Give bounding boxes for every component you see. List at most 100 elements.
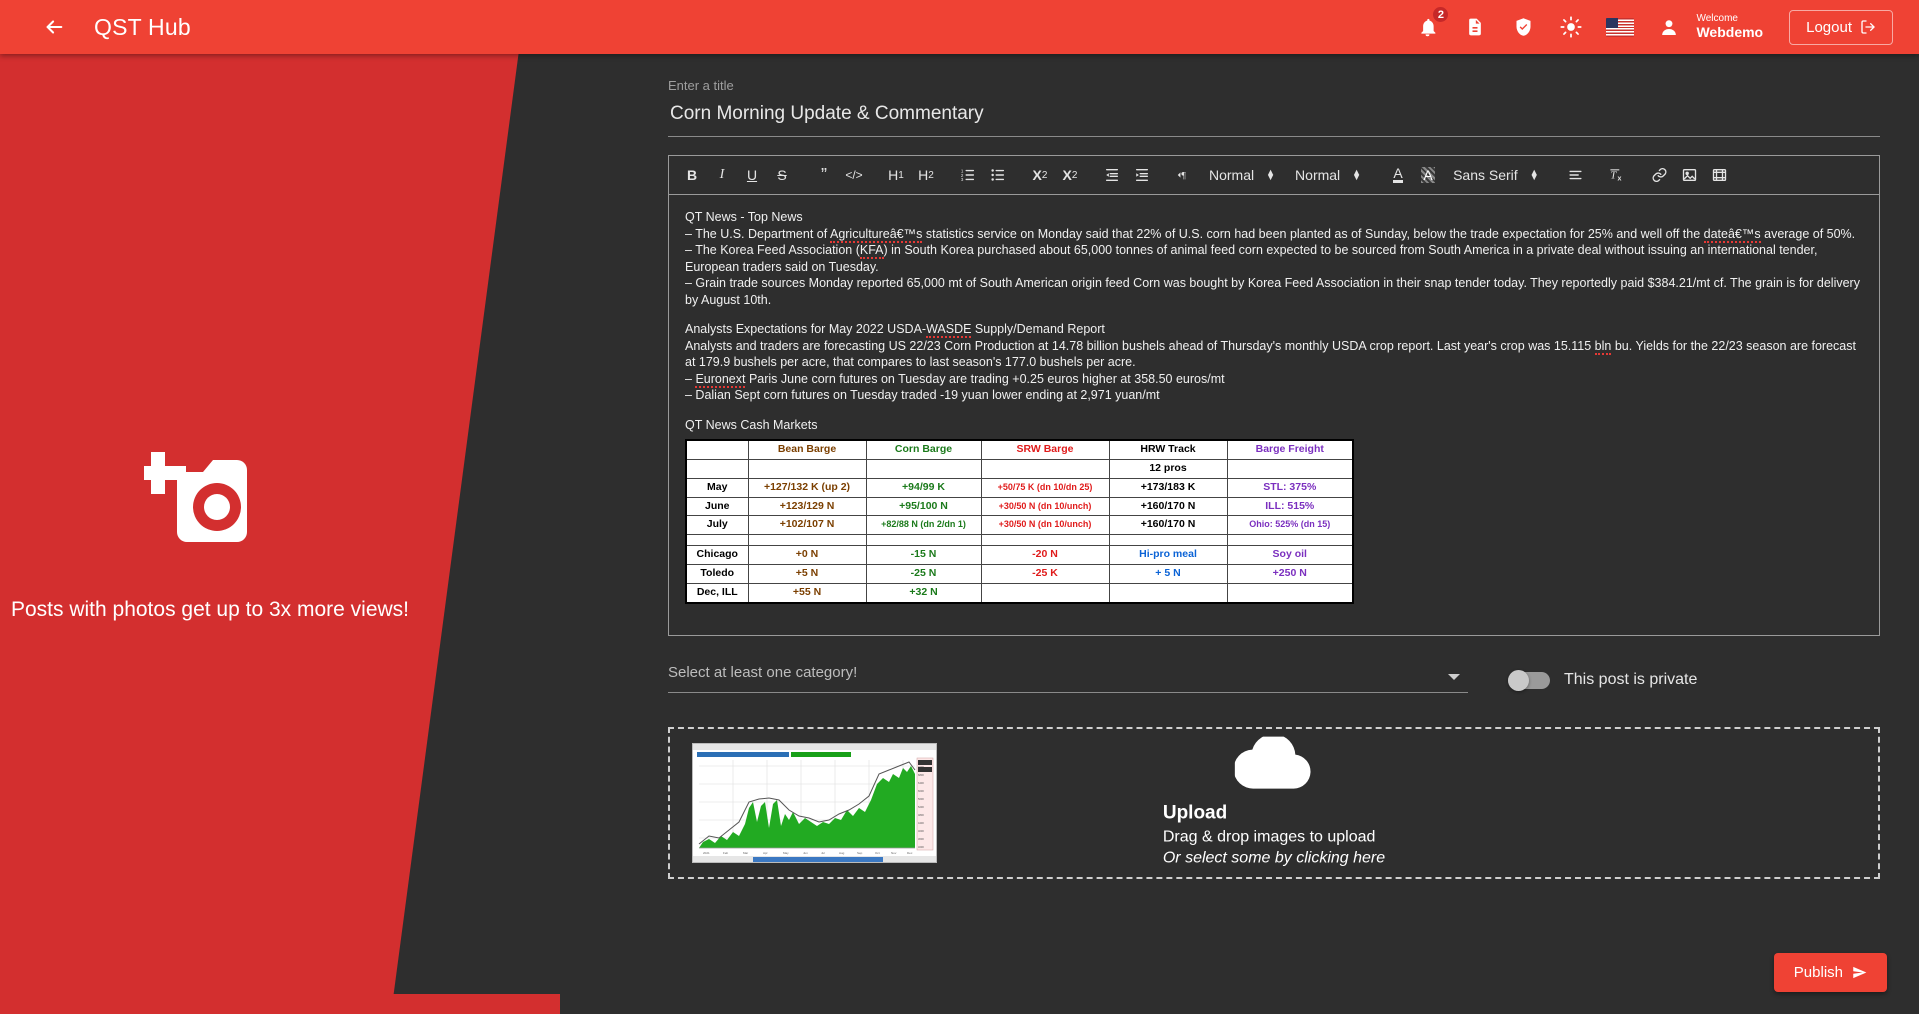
blockquote-button[interactable]: ” <box>810 161 838 189</box>
row-bean: +102/107 N <box>747 515 867 536</box>
row-hrw <box>1108 583 1228 604</box>
indent-button[interactable] <box>1128 161 1156 189</box>
text-direction-icon: ¶ <box>1177 171 1186 182</box>
svg-text:4400: 4400 <box>918 821 924 825</box>
row-label: June <box>685 496 749 517</box>
bold-label: B <box>686 167 698 183</box>
row-srw: +30/50 N (dn 10/unch) <box>980 515 1110 536</box>
bullet-list-button[interactable] <box>984 161 1012 189</box>
publish-button[interactable]: Publish <box>1773 953 1887 992</box>
title-input[interactable] <box>668 101 1880 137</box>
privacy-control: This post is private <box>1508 669 1697 693</box>
upload-dropzone[interactable]: 720068006400 600056005200 480044004000 3… <box>668 727 1880 879</box>
header1-button[interactable]: H1 <box>882 161 910 189</box>
size-picker[interactable]: Normal ▲ ▼ <box>1209 167 1275 183</box>
superscript-button[interactable]: X2 <box>1056 161 1084 189</box>
h2-misspelled: WASDE <box>926 322 972 338</box>
private-toggle[interactable] <box>1508 669 1550 691</box>
row-freight: Ohio: 525% (dn 15) <box>1226 515 1354 536</box>
user-menu[interactable]: Welcome Webdemo <box>1696 14 1763 39</box>
align-button[interactable] <box>1562 161 1590 189</box>
subheader-cell-3 <box>980 458 1110 479</box>
subscript-button[interactable]: X2 <box>1026 161 1054 189</box>
superscript-sup: 2 <box>1071 169 1078 181</box>
italic-button[interactable]: I <box>708 161 736 189</box>
h2-post: Supply/Demand Report <box>971 322 1105 336</box>
promo-panel: Posts with photos get up to 3x more view… <box>0 54 560 1014</box>
article-paragraph-6: – Dalian Sept corn futures on Tuesday tr… <box>685 388 1160 402</box>
header2-button[interactable]: H2 <box>912 161 940 189</box>
p5-misspelled: Euronext <box>695 371 746 388</box>
p5-post: Paris June corn futures on Tuesday are t… <box>745 371 1225 386</box>
row-freight: STL: 375% <box>1226 477 1354 498</box>
svg-text:4000: 4000 <box>918 829 924 833</box>
row-srw: +50/75 K (dn 10/dn 25) <box>980 477 1110 498</box>
svg-text:Dec: Dec <box>907 851 913 855</box>
editor-content[interactable]: QT News - Top News – The U.S. Department… <box>669 195 1879 635</box>
header-cell-hrw-track: HRW Track <box>1108 439 1228 460</box>
spacer-cell <box>980 534 1110 547</box>
spacer-cell <box>865 534 982 547</box>
row-bean: +5 N <box>747 564 867 585</box>
category-select[interactable]: Select at least one category! <box>668 664 1468 693</box>
notifications-button[interactable]: 2 <box>1414 6 1450 40</box>
h1-sub: 1 <box>898 169 904 181</box>
svg-text:6000: 6000 <box>918 789 924 793</box>
size-picker-label: Normal <box>1209 167 1255 183</box>
p5-pre: – <box>685 371 696 386</box>
strike-button[interactable]: S <box>768 161 796 189</box>
bold-button[interactable]: B <box>678 161 706 189</box>
font-picker[interactable]: Sans Serif ▲ ▼ <box>1453 167 1539 183</box>
upload-title: Upload <box>1162 802 1228 824</box>
outdent-button[interactable] <box>1098 161 1126 189</box>
superscript-label: X <box>1062 167 1072 183</box>
chart-thumbnail[interactable]: 720068006400 600056005200 480044004000 3… <box>692 743 937 863</box>
row-hrw: +160/170 N <box>1108 496 1228 517</box>
row-corn: -25 N <box>865 564 982 585</box>
svg-text:3600: 3600 <box>918 837 924 841</box>
svg-text:5200: 5200 <box>918 805 924 809</box>
underline-button[interactable]: U <box>738 161 766 189</box>
clear-format-button[interactable]: T x <box>1604 161 1632 189</box>
avatar[interactable] <box>1656 14 1682 40</box>
ordered-list-button[interactable]: 1 2 3 <box>954 161 982 189</box>
svg-text:Aug: Aug <box>839 851 845 855</box>
link-button[interactable] <box>1646 161 1674 189</box>
row-label: May <box>685 477 749 498</box>
svg-text:6400: 6400 <box>918 781 924 785</box>
compose-area: Enter a title B I U S ” </> H1 H2 1 2 3 <box>668 78 1880 879</box>
text-direction-button[interactable]: ¶ <box>1170 161 1198 189</box>
cloud-upload-icon <box>1233 734 1313 793</box>
row-srw: -25 K <box>980 564 1110 585</box>
chevron-updown-icon: ▲ ▼ <box>1266 167 1276 182</box>
documents-button[interactable] <box>1462 14 1488 40</box>
table-row: Toledo +5 N -25 N -25 K + 5 N +250 N <box>685 564 1354 585</box>
title-field-label: Enter a title <box>668 78 734 93</box>
code-block-button[interactable]: </> <box>840 161 868 189</box>
background-color-button[interactable]: A <box>1414 161 1442 189</box>
row-freight <box>1226 583 1354 604</box>
back-button[interactable] <box>38 11 70 43</box>
font-color-button[interactable]: A <box>1384 161 1412 189</box>
chevron-updown-icon: ▲ ▼ <box>1352 167 1362 182</box>
insert-image-button[interactable] <box>1676 161 1704 189</box>
table-row: Dec, ILL +55 N +32 N <box>685 583 1354 604</box>
security-button[interactable] <box>1510 14 1536 40</box>
bullet-list-icon <box>991 169 1005 181</box>
link-icon <box>1652 168 1667 182</box>
language-selector[interactable] <box>1606 17 1635 37</box>
theme-toggle-button[interactable] <box>1558 14 1584 40</box>
header-cell-blank <box>685 439 749 460</box>
header-picker[interactable]: Normal ▲ ▼ <box>1295 167 1361 183</box>
subheader-cell-2 <box>865 458 982 479</box>
svg-text:T: T <box>1610 171 1617 182</box>
svg-text:6800: 6800 <box>918 773 924 777</box>
svg-text:Mar: Mar <box>743 851 748 855</box>
article-paragraph-3: – Grain trade sources Monday reported 65… <box>685 276 1860 307</box>
insert-video-button[interactable] <box>1706 161 1734 189</box>
ordered-list-icon: 1 2 3 <box>961 168 975 182</box>
subheader-cell-4: 12 pros <box>1108 458 1228 479</box>
logout-button[interactable]: Logout <box>1789 9 1893 45</box>
header-cell-bean-barge: Bean Barge <box>747 439 867 460</box>
